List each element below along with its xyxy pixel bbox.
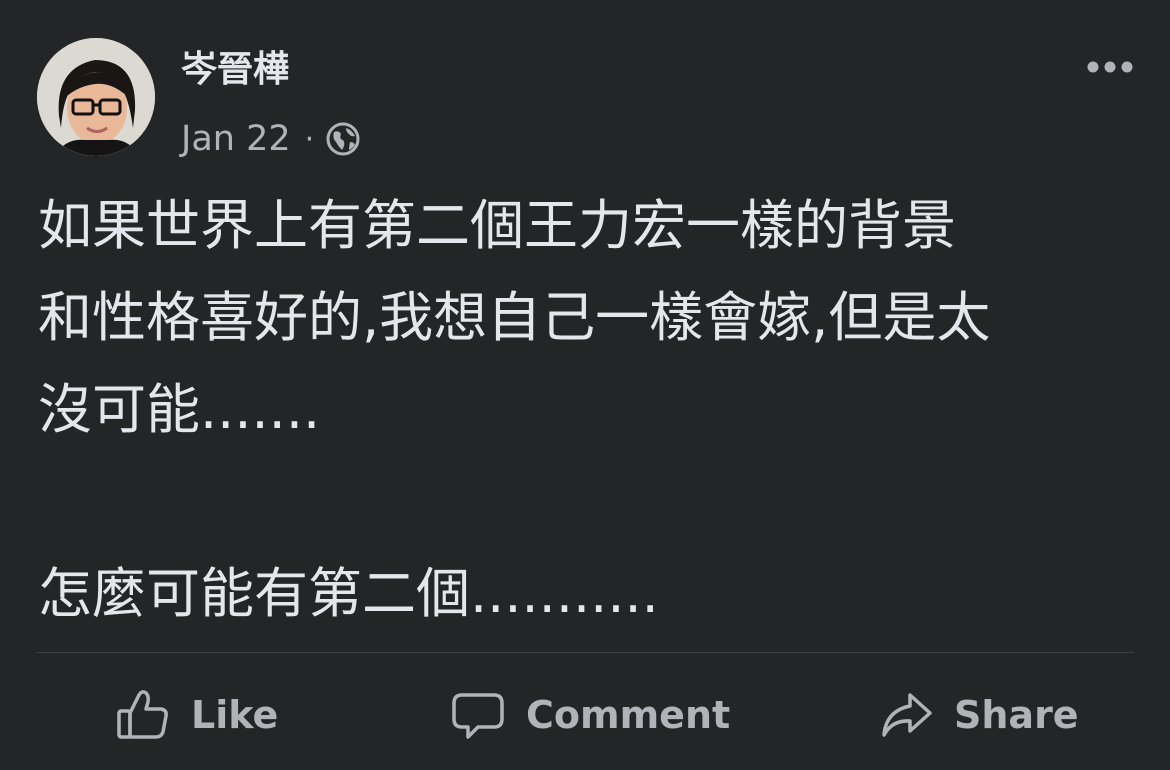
post-card: 岑晉樺 Jan 22 · 如果世界上有第二個王力宏一樣的背景 和性格喜好的,我想… (0, 0, 1170, 770)
post-text-line: 如果世界上有第二個王力宏一樣的背景 (38, 194, 956, 257)
meta-separator: · (304, 121, 315, 157)
post-text-line: 和性格喜好的,我想自己一樣會嫁,但是太 (38, 286, 991, 349)
actions-divider (36, 652, 1134, 653)
share-label: Share (954, 693, 1079, 737)
more-horizontal-icon (1087, 61, 1133, 73)
author-name[interactable]: 岑晉樺 (181, 52, 289, 88)
share-arrow-icon (882, 693, 932, 737)
post-text-line: 沒可能....... (38, 378, 321, 441)
comment-button[interactable]: Comment (450, 680, 730, 750)
post-body: 如果世界上有第二個王力宏一樣的背景 和性格喜好的,我想自己一樣會嫁,但是太 沒可… (38, 180, 1138, 640)
share-button[interactable]: Share (878, 680, 1079, 750)
like-label: Like (191, 693, 279, 737)
post-meta: Jan 22 · (181, 117, 362, 161)
post-text-line: 怎麼可能有第二個........... (38, 562, 659, 625)
speech-bubble-icon (452, 693, 504, 739)
more-options-button[interactable] (1080, 50, 1140, 84)
avatar-image (37, 38, 155, 156)
globe-icon[interactable] (324, 120, 362, 158)
post-text-line (38, 456, 1138, 548)
like-button[interactable]: Like (115, 680, 278, 750)
comment-label: Comment (526, 693, 731, 737)
thumbs-up-icon (117, 690, 168, 739)
post-date[interactable]: Jan 22 (181, 119, 291, 159)
author-avatar[interactable] (37, 38, 155, 156)
